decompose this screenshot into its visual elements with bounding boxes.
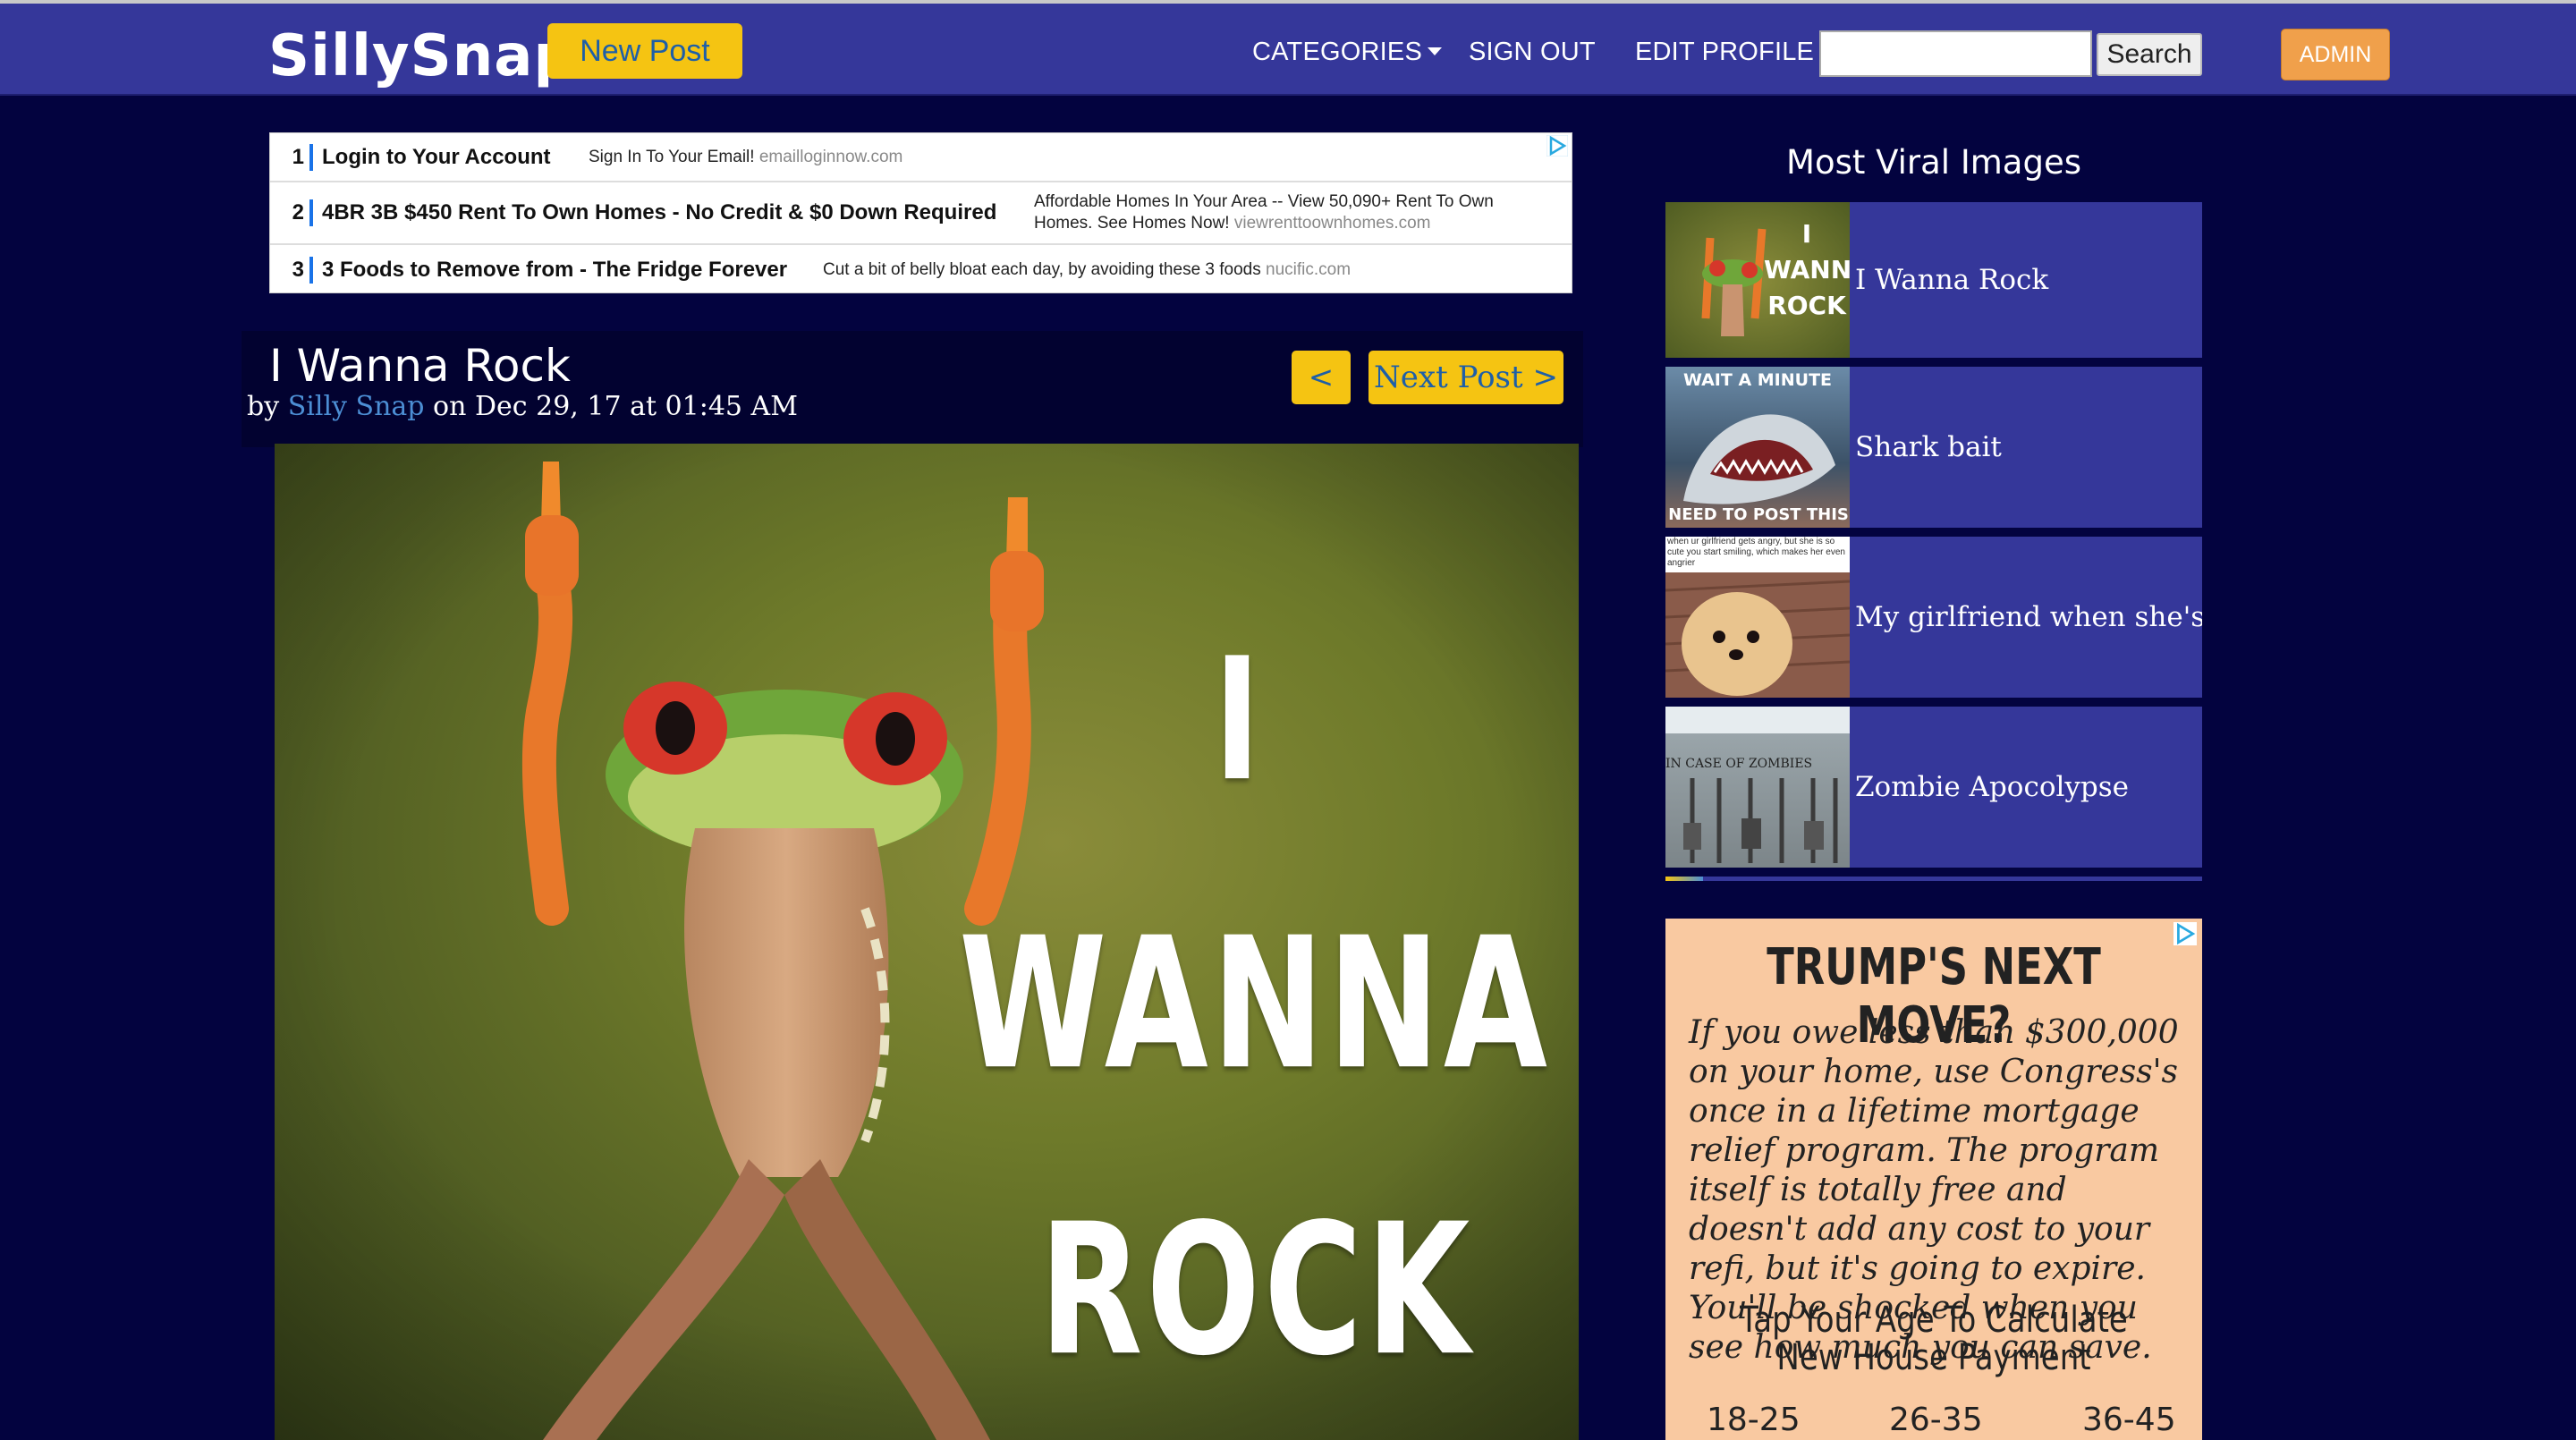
viral-progress-fill (1665, 877, 1703, 881)
thumb-text: WANNA (1764, 255, 1850, 284)
thumb-text: ROCK (1767, 291, 1846, 320)
top-navbar: SillySnap New Post CATEGORIES SIGN OUT E… (0, 0, 2576, 96)
viral-thumbnail[interactable]: I WANNA ROCK (1665, 202, 1850, 358)
viral-item[interactable]: when ur girlfriend gets angry, but she i… (1665, 537, 2202, 698)
thumb-text: I (1801, 219, 1812, 249)
new-post-button[interactable]: New Post (547, 23, 742, 79)
admin-button[interactable]: ADMIN (2281, 29, 2390, 80)
text-ad-row[interactable]: 1 Login to Your Account Sign In To Your … (270, 133, 1572, 182)
search-input[interactable] (1819, 30, 2092, 77)
ad-desc-text: Sign In To Your Email! (589, 147, 755, 166)
post-by-label: by (247, 391, 280, 422)
post-date: on Dec 29, 17 at 01:45 AM (433, 391, 798, 422)
most-viral-title: Most Viral Images (1786, 143, 2081, 182)
next-post-button[interactable]: Next Post > (1368, 351, 1563, 404)
categories-dropdown[interactable]: CATEGORIES (1252, 38, 1442, 67)
thumb-text: IN CASE OF ZOMBIES (1665, 757, 1813, 771)
text-ad-row[interactable]: 3 3 Foods to Remove from - The Fridge Fo… (270, 245, 1572, 294)
adchoices-icon[interactable] (2174, 922, 2197, 945)
viral-thumbnail[interactable]: WAIT A MINUTE NEED TO POST THIS (1665, 367, 1850, 528)
tools-thumb-icon (1665, 707, 1850, 863)
ad-title[interactable]: 4BR 3B $450 Rent To Own Homes - No Credi… (322, 200, 1034, 225)
ad-url: viewrenttoownhomes.com (1233, 214, 1431, 233)
ad-url: emailloginnow.com (758, 147, 903, 166)
ad-divider (309, 143, 313, 171)
thumb-text: NEED TO POST THIS (1668, 505, 1849, 524)
text-ad-block: 1 Login to Your Account Sign In To Your … (269, 132, 1572, 293)
ad-divider (309, 256, 313, 284)
ad-divider (309, 199, 313, 226)
post-meta: by Silly Snap on Dec 29, 17 at 01:45 AM (247, 391, 798, 422)
viral-item[interactable]: WAIT A MINUTE NEED TO POST THIS Shark ba… (1665, 367, 2202, 528)
ad-cta: Tap Your Age To Calculate New House Paym… (1740, 1300, 2128, 1378)
ad-description: Cut a bit of belly bloat each day, by av… (823, 259, 1351, 281)
viral-progress-bar (1665, 877, 2202, 881)
brand-logo[interactable]: SillySnap (268, 23, 575, 89)
text-ad-row[interactable]: 2 4BR 3B $450 Rent To Own Homes - No Cre… (270, 182, 1572, 245)
thumb-text: when ur girlfriend gets angry, but she i… (1667, 537, 1845, 568)
viral-item[interactable]: I WANNA ROCK I Wanna Rock (1665, 202, 2202, 358)
search-button[interactable]: Search (2097, 33, 2202, 76)
viral-item[interactable]: IN CASE OF ZOMBIES Zombie Apocolypse (1665, 707, 2202, 868)
ad-url: nucific.com (1266, 259, 1352, 279)
viral-item-label[interactable]: Zombie Apocolypse (1855, 707, 2202, 868)
ad-number: 3 (292, 257, 304, 282)
viral-thumbnail[interactable]: when ur girlfriend gets angry, but she i… (1665, 537, 1850, 698)
post-image: I WANNA ROCK (275, 444, 1579, 1440)
caret-down-icon (1428, 47, 1442, 55)
meme-text-line: WANNA (959, 900, 1551, 1110)
post-author-link[interactable]: Silly Snap (288, 391, 425, 422)
viral-item-label[interactable]: Shark bait (1855, 367, 2202, 528)
meme-text-line: I (1214, 623, 1265, 820)
ad-desc-text: Cut a bit of belly bloat each day, by av… (823, 259, 1261, 279)
edit-profile-link[interactable]: EDIT PROFILE (1635, 38, 1814, 67)
viral-item-label[interactable]: I Wanna Rock (1855, 202, 2202, 358)
post-title: I Wanna Rock (269, 340, 571, 392)
ad-description: Sign In To Your Email! emailloginnow.com (589, 147, 902, 168)
sign-out-link[interactable]: SIGN OUT (1469, 38, 1596, 67)
previous-post-button[interactable]: < (1292, 351, 1351, 404)
ad-description: Affordable Homes In Your Area -- View 50… (1034, 191, 1535, 234)
age-option[interactable]: 18-25 (1707, 1402, 1801, 1438)
age-option[interactable]: 26-35 (1889, 1402, 1983, 1438)
categories-label: CATEGORIES (1252, 38, 1422, 66)
meme-text-line: ROCK (1039, 1186, 1474, 1396)
shark-thumb-icon (1683, 414, 1835, 504)
age-option[interactable]: 36-45 (2082, 1402, 2176, 1438)
ad-title[interactable]: Login to Your Account (322, 145, 589, 170)
viral-thumbnail[interactable]: IN CASE OF ZOMBIES (1665, 707, 1850, 868)
ad-number: 1 (292, 144, 304, 169)
dog-thumb-icon (1665, 572, 1850, 698)
ad-title[interactable]: 3 Foods to Remove from - The Fridge Fore… (322, 258, 823, 283)
ad-number: 2 (292, 200, 304, 224)
sidebar-ad[interactable]: TRUMP'S NEXT MOVE? If you owe less than … (1665, 919, 2202, 1440)
viral-item-label[interactable]: My girlfriend when she's angry (1855, 537, 2202, 698)
thumb-text: WAIT A MINUTE (1682, 370, 1833, 390)
